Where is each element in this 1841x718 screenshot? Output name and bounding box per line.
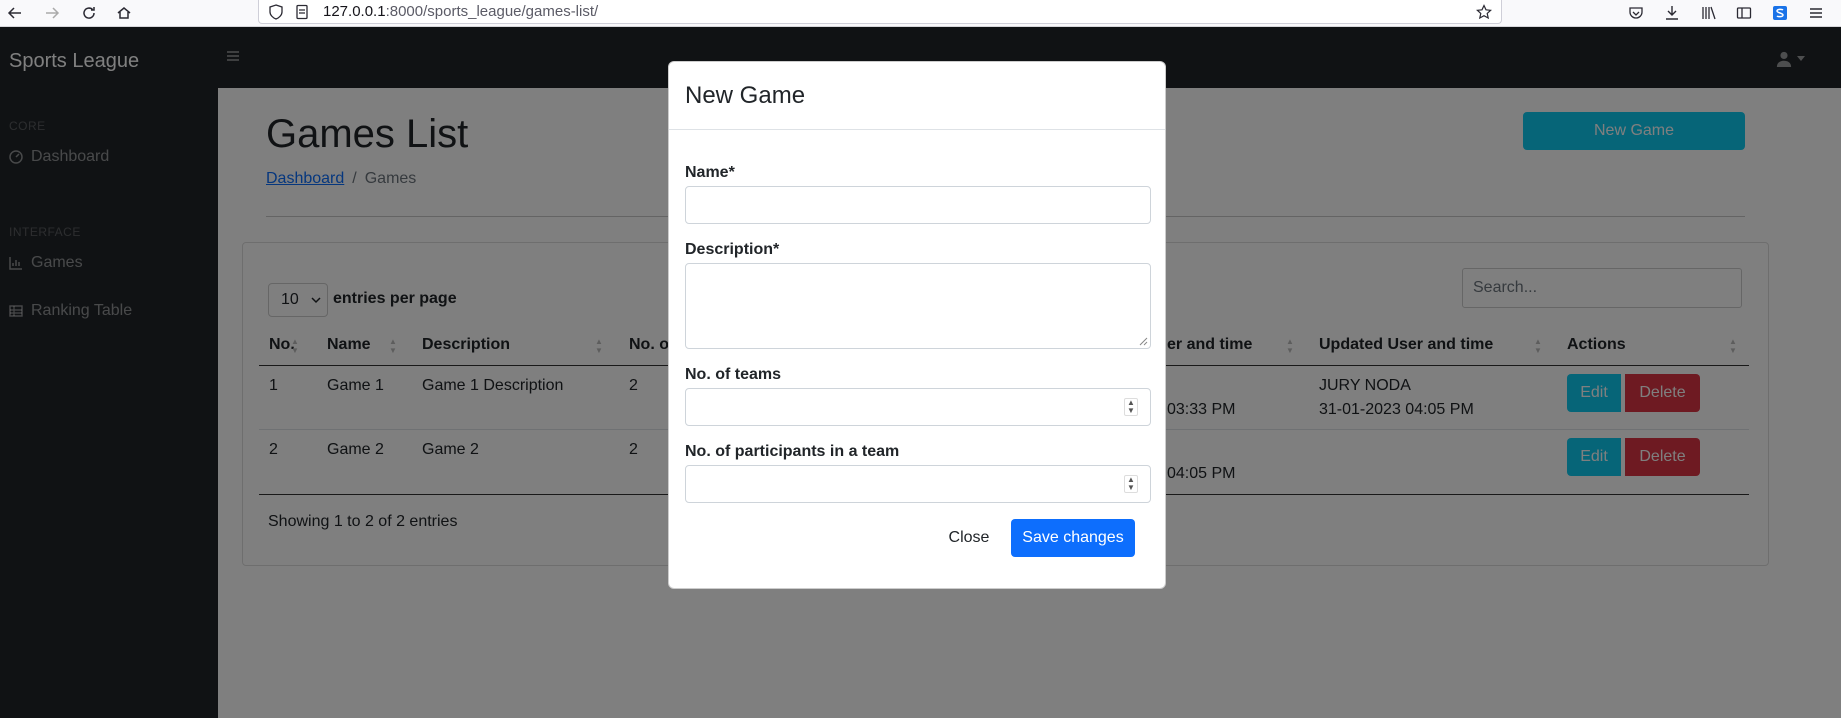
number-spinner-icon[interactable]: ▲ ▼ bbox=[1124, 475, 1138, 493]
close-button[interactable]: Close bbox=[939, 519, 999, 557]
browser-toolbar: 127.0.0.1:8000/sports_league/games-list/ bbox=[0, 0, 1841, 27]
new-game-modal: New Game Name* Description* No. of teams… bbox=[668, 61, 1166, 589]
description-textarea[interactable] bbox=[685, 263, 1151, 349]
teams-label: No. of teams bbox=[685, 366, 782, 383]
modal-header-divider bbox=[669, 129, 1165, 130]
page-info-icon[interactable] bbox=[293, 3, 311, 21]
shield-icon[interactable] bbox=[267, 3, 285, 21]
reload-icon[interactable] bbox=[79, 3, 99, 23]
forward-arrow-icon[interactable] bbox=[42, 3, 62, 23]
resize-grip-icon[interactable] bbox=[1138, 336, 1148, 346]
participants-label: No. of participants in a team bbox=[685, 443, 900, 460]
bookmark-star-icon[interactable] bbox=[1475, 3, 1493, 21]
library-icon[interactable] bbox=[1699, 3, 1719, 23]
download-icon[interactable] bbox=[1662, 3, 1682, 23]
back-arrow-icon[interactable] bbox=[5, 3, 25, 23]
modal-title: New Game bbox=[685, 82, 806, 109]
participants-number-input[interactable]: ▲ ▼ bbox=[685, 465, 1151, 503]
pocket-icon[interactable] bbox=[1626, 3, 1646, 23]
extension-icon[interactable] bbox=[1770, 3, 1790, 23]
name-label: Name* bbox=[685, 164, 735, 181]
address-bar[interactable]: 127.0.0.1:8000/sports_league/games-list/ bbox=[258, 0, 1502, 24]
menu-hamburger-icon[interactable] bbox=[1806, 3, 1826, 23]
sidebar-toggle-icon[interactable] bbox=[1734, 3, 1754, 23]
teams-number-input[interactable]: ▲ ▼ bbox=[685, 388, 1151, 426]
save-changes-button[interactable]: Save changes bbox=[1011, 519, 1135, 557]
name-input[interactable] bbox=[685, 186, 1151, 224]
url-text: 127.0.0.1:8000/sports_league/games-list/ bbox=[323, 3, 599, 20]
number-spinner-icon[interactable]: ▲ ▼ bbox=[1124, 398, 1138, 416]
home-icon[interactable] bbox=[114, 3, 134, 23]
description-label: Description* bbox=[685, 241, 780, 258]
